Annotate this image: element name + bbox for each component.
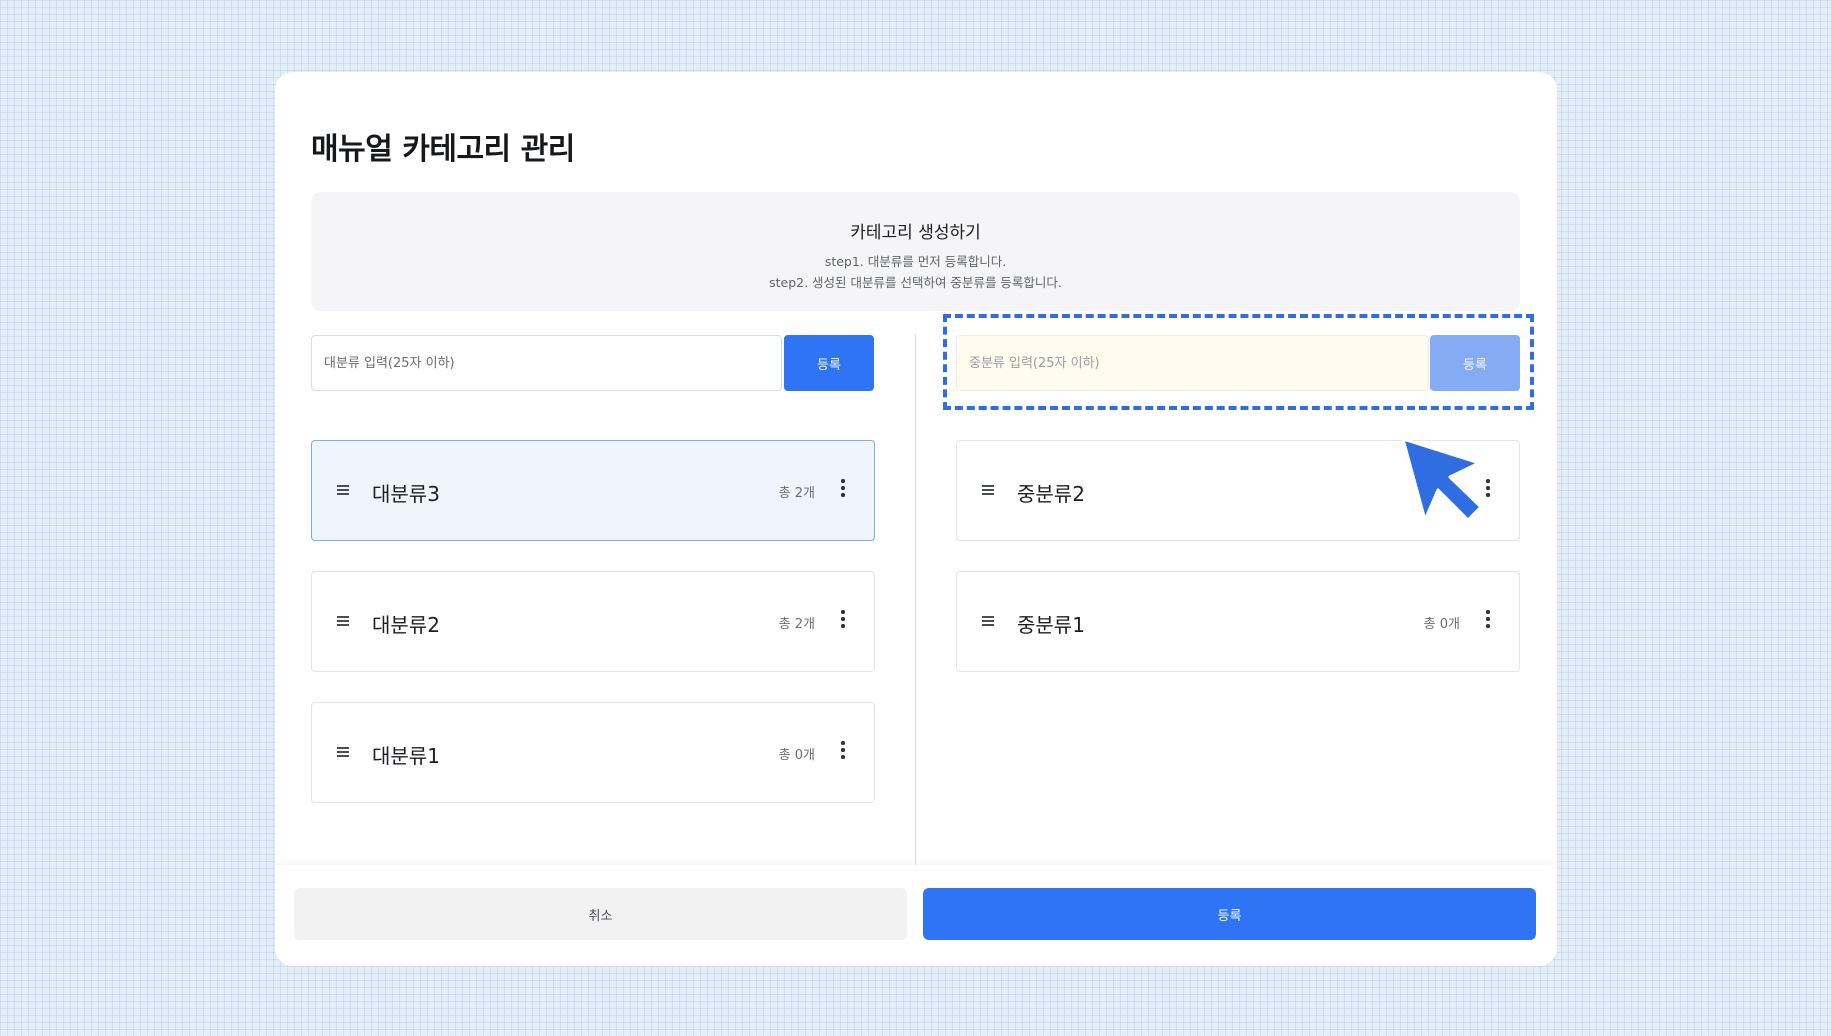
main-category-input[interactable] — [311, 335, 782, 391]
more-vertical-icon[interactable] — [840, 479, 846, 501]
main-category-name: 대분류1 — [372, 744, 440, 768]
guide-box: 카테고리 생성하기 step1. 대분류를 먼저 등록합니다. step2. 생… — [311, 192, 1520, 311]
submit-button[interactable]: 등록 — [923, 888, 1536, 940]
column-divider — [915, 334, 916, 914]
main-category-register-button[interactable]: 등록 — [784, 335, 874, 391]
drag-handle-icon[interactable] — [982, 485, 994, 495]
modal-footer: 취소 등록 — [275, 865, 1557, 966]
main-category-count: 총 2개 — [778, 486, 815, 501]
more-vertical-icon[interactable] — [1485, 479, 1491, 501]
more-vertical-icon[interactable] — [1485, 610, 1491, 632]
guide-title: 카테고리 생성하기 — [850, 223, 981, 243]
sub-category-name: 중분류1 — [1017, 613, 1085, 637]
category-modal: 매뉴얼 카테고리 관리 카테고리 생성하기 step1. 대분류를 먼저 등록합… — [275, 72, 1557, 966]
more-vertical-icon[interactable] — [840, 610, 846, 632]
sub-category-count: 총 0개 — [1423, 617, 1460, 632]
drag-handle-icon[interactable] — [337, 747, 349, 757]
sub-category-name: 중분류2 — [1017, 482, 1085, 506]
main-category-name: 대분류2 — [372, 613, 440, 637]
main-category-count: 총 2개 — [778, 617, 815, 632]
page-title: 매뉴얼 카테고리 관리 — [311, 132, 575, 167]
main-category-item[interactable]: 대분류1 총 0개 — [311, 702, 875, 803]
drag-handle-icon[interactable] — [337, 485, 349, 495]
main-category-count: 총 0개 — [778, 748, 815, 763]
guide-step-2: step2. 생성된 대분류를 선택하여 중분류를 등록합니다. — [769, 275, 1062, 290]
guide-step-1: step1. 대분류를 먼저 등록합니다. — [824, 254, 1007, 269]
drag-handle-icon[interactable] — [982, 616, 994, 626]
main-category-item[interactable]: 대분류3 총 2개 — [311, 440, 875, 541]
sub-input-highlight — [943, 314, 1534, 410]
more-vertical-icon[interactable] — [840, 741, 846, 763]
cancel-button[interactable]: 취소 — [294, 888, 907, 940]
main-category-item[interactable]: 대분류2 총 2개 — [311, 571, 875, 672]
mouse-pointer-icon — [1401, 437, 1483, 522]
main-category-name: 대분류3 — [372, 482, 440, 506]
sub-category-item[interactable]: 중분류1 총 0개 — [956, 571, 1520, 672]
drag-handle-icon[interactable] — [337, 616, 349, 626]
